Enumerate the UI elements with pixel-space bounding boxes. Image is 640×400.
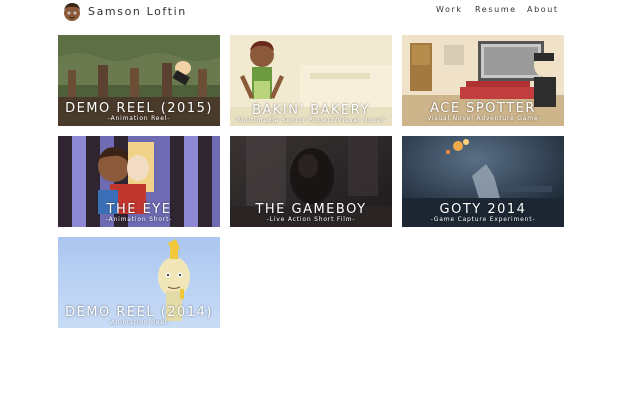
project-subtitle: -Animation Short- (105, 216, 173, 223)
project-tile-the-gameboy[interactable]: THE GAMEBOY -Live Action Short Film- (230, 136, 392, 227)
project-subtitle: -Animation Reel- (107, 115, 171, 122)
project-title: BAKIN' BAKERY (252, 103, 370, 118)
nav-resume-link[interactable]: Resume (475, 5, 517, 14)
project-subtitle: -Game Capture Experiment- (430, 216, 536, 223)
project-tile-demo-reel-2015[interactable]: DEMO REEL (2015) -Animation Reel- (58, 35, 220, 126)
project-subtitle: -Animation Reel- (107, 319, 171, 326)
project-title: ACE SPOTTER (430, 101, 536, 116)
project-title: THE GAMEBOY (255, 202, 367, 217)
project-tile-ace-spotter[interactable]: ACE SPOTTER -Visual Novel Adventure Game… (402, 35, 564, 126)
project-title: DEMO REEL (2015) (65, 101, 213, 116)
project-title: DEMO REEL (2014) (65, 305, 213, 320)
project-title: THE EYE (106, 202, 172, 217)
project-tile-the-eye[interactable]: THE EYE -Animation Short- (58, 136, 220, 227)
project-subtitle: -Live Action Short Film- (266, 216, 356, 223)
main-nav: Work Resume About (0, 5, 640, 19)
nav-about-link[interactable]: About (527, 5, 559, 14)
project-tile-goty-2014[interactable]: GOTY 2014 -Game Capture Experiment- (402, 136, 564, 227)
project-title: GOTY 2014 (439, 202, 527, 217)
project-subtitle: -Visual Novel Adventure Game- (424, 115, 542, 122)
project-tile-bakin-bakery[interactable]: BAKIN' BAKERY -Multimedia Senior Project… (230, 35, 392, 126)
nav-work-link[interactable]: Work (436, 5, 463, 14)
project-tile-demo-reel-2014[interactable]: DEMO REEL (2014) -Animation Reel- (58, 237, 220, 328)
site-header: Samson Loftin Work Resume About (0, 0, 640, 26)
project-subtitle: -Multimedia Senior Project/Visual Novel- (234, 117, 388, 124)
